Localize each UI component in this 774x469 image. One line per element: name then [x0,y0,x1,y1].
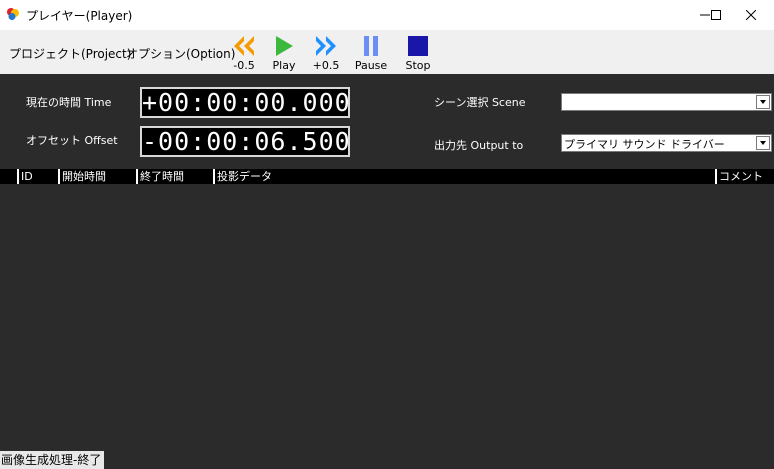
rewind-button[interactable]: -0.5 [224,33,264,73]
play-button[interactable]: Play [264,33,304,73]
column-header-end-time[interactable]: 終了時間 [136,169,184,184]
pause-icon [364,36,378,56]
player-panel: 現在の時間 Time +00:00:00.000 オフセット Offset -0… [0,74,774,446]
output-dropdown-button[interactable] [756,136,770,150]
title-bar: プレイヤー(Player) [0,0,774,30]
output-label: 出力先 Output to [434,139,524,152]
fast-forward-button[interactable]: +0.5 [306,33,346,73]
pause-button[interactable]: Pause [351,33,391,73]
column-header-comment[interactable]: コメント [715,169,763,184]
maximize-icon [711,10,721,20]
offset-display[interactable]: -00:00:06.500 [140,126,350,157]
column-header-projection-data[interactable]: 投影データ [213,169,272,184]
status-text: 画像生成処理-終了 [0,451,105,469]
list-header: ID 開始時間 終了時間 投影データ コメント [0,169,774,184]
fast-forward-label: +0.5 [312,59,340,72]
output-select-value: プライマリ サウンド ドライバー [564,138,725,151]
column-header-id[interactable]: ID [17,169,33,184]
pause-label: Pause [354,59,388,72]
stop-icon [408,36,428,56]
scene-select[interactable] [561,93,772,111]
column-header-start-time[interactable]: 開始時間 [58,169,106,184]
menu-project[interactable]: プロジェクト(Project) [9,45,131,62]
play-label: Play [272,59,296,72]
scene-label: シーン選択 Scene [434,96,526,109]
close-icon [746,10,756,20]
fast-forward-icon [316,36,336,56]
rewind-icon [234,36,254,56]
time-label: 現在の時間 Time [26,96,112,109]
rewind-label: -0.5 [233,59,255,72]
stop-button[interactable]: Stop [398,33,438,73]
output-select[interactable]: プライマリ サウンド ドライバー [561,134,772,152]
status-bar: 画像生成処理-終了 [0,446,774,469]
window-title: プレイヤー(Player) [26,9,133,23]
play-icon [276,36,293,56]
chevron-down-icon [760,141,766,145]
app-icon [7,8,19,20]
offset-label: オフセット Offset [26,134,118,147]
menu-option[interactable]: オプション(Option) [126,45,235,62]
toolbar: プロジェクト(Project) オプション(Option) -0.5 Play … [0,30,774,74]
close-button[interactable] [728,0,774,30]
stop-label: Stop [405,59,431,72]
chevron-down-icon [760,100,766,104]
time-display: +00:00:00.000 [140,87,351,118]
scene-dropdown-button[interactable] [756,95,770,109]
